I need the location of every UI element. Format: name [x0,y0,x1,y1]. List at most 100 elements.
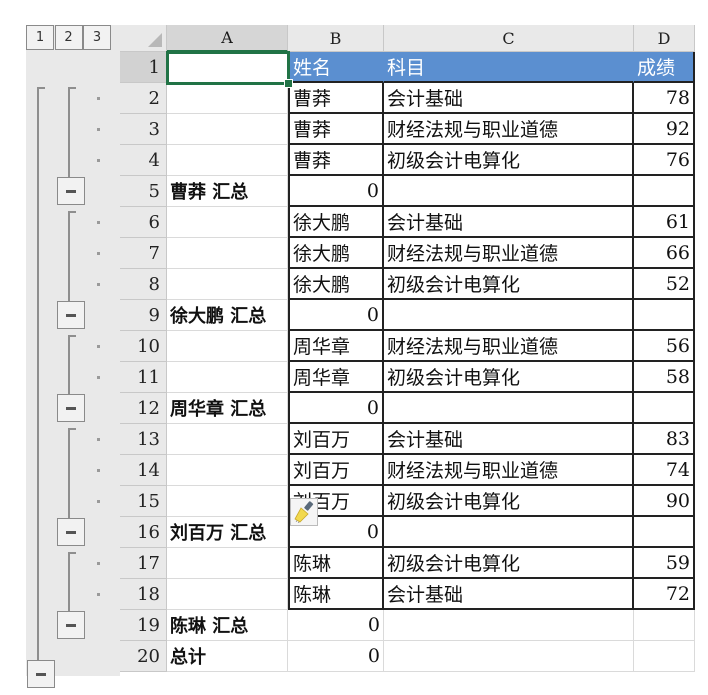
cell-a6[interactable] [167,207,288,238]
cell-c10[interactable]: 财经法规与职业道德 [384,331,634,362]
row-header-6[interactable]: 6 [120,207,167,238]
row-header-17[interactable]: 17 [120,548,167,579]
row-header-20[interactable]: 20 [120,641,167,672]
collapse-group-1-button[interactable] [57,177,85,205]
cell-b9[interactable]: 0 [288,300,384,331]
cell-c19[interactable] [384,610,634,641]
cell-a5[interactable]: 曹莽 汇总 [167,176,288,207]
cell-b20[interactable]: 0 [288,641,384,672]
row-header-13[interactable]: 13 [120,424,167,455]
collapse-group-2-button[interactable] [57,301,85,329]
outline-level-1-button[interactable]: 1 [26,25,54,50]
column-header-a[interactable]: A [167,25,288,52]
row-header-9[interactable]: 9 [120,300,167,331]
outline-level-2-button[interactable]: 2 [54,25,83,50]
collapse-group-3-button[interactable] [57,394,85,422]
cell-d17[interactable]: 59 [634,548,695,579]
cell-d15[interactable]: 90 [634,486,695,517]
cell-a18[interactable] [167,579,288,610]
cell-c4[interactable]: 初级会计电算化 [384,145,634,176]
cell-c13[interactable]: 会计基础 [384,424,634,455]
cell-d4[interactable]: 76 [634,145,695,176]
collapse-group-4-button[interactable] [57,518,85,546]
column-header-b[interactable]: B [288,25,384,52]
cell-a13[interactable] [167,424,288,455]
cell-d3[interactable]: 92 [634,114,695,145]
format-painter-icon[interactable] [290,498,318,526]
cell-c9[interactable] [384,300,634,331]
cell-d16[interactable] [634,517,695,548]
cell-a14[interactable] [167,455,288,486]
cell-c17[interactable]: 初级会计电算化 [384,548,634,579]
cell-a2[interactable] [167,83,288,114]
cell-c8[interactable]: 初级会计电算化 [384,269,634,300]
cell-b12[interactable]: 0 [288,393,384,424]
cell-b5[interactable]: 0 [288,176,384,207]
cell-a8[interactable] [167,269,288,300]
cell-d5[interactable] [634,176,695,207]
cell-a10[interactable] [167,331,288,362]
cell-b13[interactable]: 刘百万 [288,424,384,455]
cell-c6[interactable]: 会计基础 [384,207,634,238]
cell-c16[interactable] [384,517,634,548]
cell-d2[interactable]: 78 [634,83,695,114]
cell-c20[interactable] [384,641,634,672]
row-header-3[interactable]: 3 [120,114,167,145]
cell-a3[interactable] [167,114,288,145]
cell-c12[interactable] [384,393,634,424]
cell-a19[interactable]: 陈琳 汇总 [167,610,288,641]
column-header-c[interactable]: C [384,25,634,52]
cell-a11[interactable] [167,362,288,393]
cell-a7[interactable] [167,238,288,269]
cell-d10[interactable]: 56 [634,331,695,362]
cell-a17[interactable] [167,548,288,579]
cell-c11[interactable]: 初级会计电算化 [384,362,634,393]
cell-d12[interactable] [634,393,695,424]
cell-c1[interactable]: 科目 [384,52,634,83]
cell-c3[interactable]: 财经法规与职业道德 [384,114,634,145]
cell-d11[interactable]: 58 [634,362,695,393]
cell-b6[interactable]: 徐大鹏 [288,207,384,238]
row-header-10[interactable]: 10 [120,331,167,362]
cell-d19[interactable] [634,610,695,641]
cell-a20[interactable]: 总计 [167,641,288,672]
cell-c18[interactable]: 会计基础 [384,579,634,610]
row-header-18[interactable]: 18 [120,579,167,610]
cell-a16[interactable]: 刘百万 汇总 [167,517,288,548]
row-header-2[interactable]: 2 [120,83,167,114]
row-header-14[interactable]: 14 [120,455,167,486]
cell-b10[interactable]: 周华章 [288,331,384,362]
row-header-12[interactable]: 12 [120,393,167,424]
cell-a15[interactable] [167,486,288,517]
cell-d6[interactable]: 61 [634,207,695,238]
cell-a4[interactable] [167,145,288,176]
cell-d9[interactable] [634,300,695,331]
cell-c2[interactable]: 会计基础 [384,83,634,114]
cell-d18[interactable]: 72 [634,579,695,610]
cell-b2[interactable]: 曹莽 [288,83,384,114]
cell-b17[interactable]: 陈琳 [288,548,384,579]
cell-c14[interactable]: 财经法规与职业道德 [384,455,634,486]
cell-d1[interactable]: 成绩 [634,52,695,83]
cell-b3[interactable]: 曹莽 [288,114,384,145]
cell-d13[interactable]: 83 [634,424,695,455]
row-header-15[interactable]: 15 [120,486,167,517]
cell-b4[interactable]: 曹莽 [288,145,384,176]
cell-b7[interactable]: 徐大鹏 [288,238,384,269]
cell-c15[interactable]: 初级会计电算化 [384,486,634,517]
cell-d20[interactable] [634,641,695,672]
collapse-group-5-button[interactable] [57,611,85,639]
cell-b8[interactable]: 徐大鹏 [288,269,384,300]
cell-b11[interactable]: 周华章 [288,362,384,393]
cell-c7[interactable]: 财经法规与职业道德 [384,238,634,269]
row-header-5[interactable]: 5 [120,176,167,207]
cell-b19[interactable]: 0 [288,610,384,641]
cell-d14[interactable]: 74 [634,455,695,486]
row-header-16[interactable]: 16 [120,517,167,548]
cell-a9[interactable]: 徐大鹏 汇总 [167,300,288,331]
row-header-4[interactable]: 4 [120,145,167,176]
collapse-group-total-button[interactable] [27,660,55,688]
cell-b18[interactable]: 陈琳 [288,579,384,610]
cell-a1[interactable] [167,52,288,83]
cell-c5[interactable] [384,176,634,207]
